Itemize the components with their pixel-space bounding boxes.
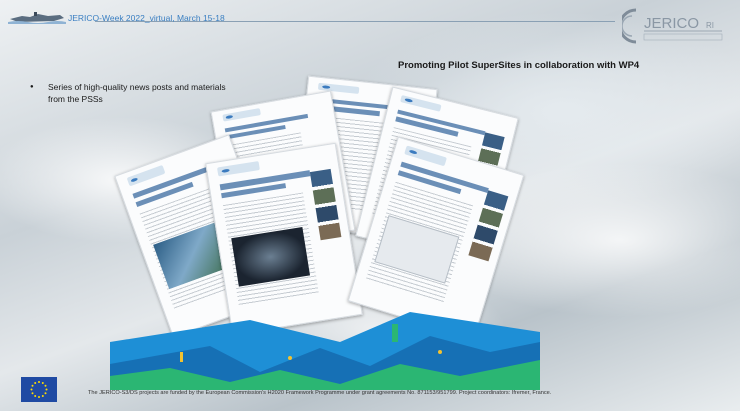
jerico-logo: JERICO RI <box>622 8 723 44</box>
eu-flag-icon <box>21 377 57 402</box>
vessel-logo-icon <box>8 12 66 24</box>
slide: JERICO-Week 2022_virtual, March 15-18 JE… <box>0 0 740 411</box>
event-title: JERICO-Week 2022_virtual, March 15-18 <box>68 13 225 23</box>
news-post-thumbnail <box>205 142 363 336</box>
svg-text:JERICO: JERICO <box>644 15 699 32</box>
funding-footer: The JERICO-S3/DS projects are funded by … <box>88 390 552 396</box>
news-posts-collage <box>110 70 540 390</box>
svg-text:RI: RI <box>706 21 714 30</box>
slide-header: JERICO-Week 2022_virtual, March 15-18 JE… <box>0 0 740 44</box>
ocean-illustration-banner <box>110 312 540 390</box>
